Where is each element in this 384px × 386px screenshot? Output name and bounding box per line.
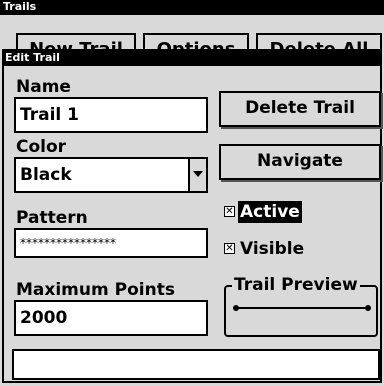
trail-preview-box: Trail Preview (224, 275, 378, 337)
max-points-label: Maximum Points (16, 280, 175, 300)
active-label: Active (238, 201, 302, 223)
color-select[interactable]: Black (14, 157, 208, 193)
edit-trail-dialog: Edit Trail Name Trail 1 Color Black Patt… (2, 49, 382, 383)
color-label: Color (16, 137, 67, 157)
trails-window: Trails New Trail Options Delete All (0, 0, 384, 59)
navigate-button[interactable]: Navigate (219, 144, 381, 180)
pattern-label: Pattern (16, 208, 88, 228)
visible-checkbox[interactable]: ✕ (224, 243, 235, 254)
trails-window-title: Trails (0, 0, 384, 15)
visible-label: Visible (240, 239, 305, 259)
dialog-title: Edit Trail (2, 51, 382, 66)
name-field[interactable]: Trail 1 (14, 97, 208, 133)
trail-preview-label: Trail Preview (232, 275, 360, 295)
max-points-field[interactable]: 2000 (14, 300, 208, 336)
active-checkbox[interactable]: ✕ (224, 206, 235, 217)
trail-preview-line (233, 305, 371, 311)
status-field (12, 349, 380, 380)
chevron-down-icon[interactable] (188, 159, 206, 191)
color-select-value: Black (20, 165, 72, 185)
delete-trail-button[interactable]: Delete Trail (219, 91, 381, 127)
pattern-field[interactable]: **************** (14, 228, 208, 258)
name-label: Name (16, 77, 71, 97)
